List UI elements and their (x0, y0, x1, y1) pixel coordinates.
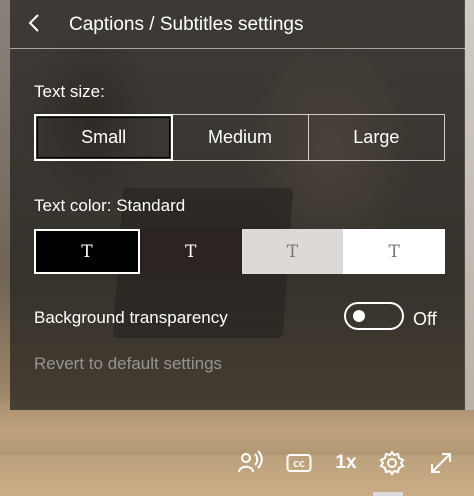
revert-defaults-link[interactable]: Revert to default settings (34, 354, 222, 374)
text-size-large-button[interactable]: Large (309, 115, 444, 160)
gear-icon (379, 450, 405, 476)
text-color-swatch-white[interactable]: T (343, 229, 445, 274)
fullscreen-icon (431, 453, 451, 473)
text-color-swatch-black[interactable]: T (34, 229, 140, 274)
background-transparency-label: Background transparency (34, 308, 228, 327)
settings-button[interactable] (378, 450, 406, 476)
text-color-swatches: T T T T (34, 229, 445, 274)
playback-speed-label: 1x (335, 452, 357, 473)
background-transparency-toggle[interactable] (344, 302, 404, 330)
text-size-group: Small Medium Large (34, 114, 445, 161)
active-control-indicator (373, 492, 403, 496)
toggle-knob (353, 310, 365, 322)
panel-title: Captions / Subtitles settings (69, 14, 304, 35)
toggle-state-label: Off (413, 309, 437, 329)
text-size-small-button[interactable]: Small (34, 114, 174, 161)
text-color-swatch-light-gray[interactable]: T (241, 229, 344, 274)
text-size-label: Text size: (34, 82, 105, 101)
text-size-medium-button[interactable]: Medium (172, 115, 309, 160)
audio-description-button[interactable] (236, 450, 264, 476)
fullscreen-button[interactable] (428, 450, 454, 476)
panel-header: Captions / Subtitles settings (10, 0, 465, 49)
back-button[interactable] (24, 12, 44, 34)
text-color-label: Text color: Standard (34, 196, 186, 215)
audio-description-icon (238, 450, 263, 473)
player-controls-bar: CC 1x (0, 440, 474, 496)
video-right-edge (464, 0, 474, 410)
closed-captions-button[interactable]: CC (286, 450, 312, 476)
svg-text:CC: CC (293, 460, 305, 469)
captions-settings-panel: Captions / Subtitles settings Text size:… (10, 0, 465, 410)
text-color-swatch-dark[interactable]: T (139, 229, 242, 274)
playback-speed-button[interactable]: 1x (330, 450, 362, 476)
closed-captions-icon: CC (286, 454, 312, 472)
chevron-left-icon (28, 14, 39, 32)
